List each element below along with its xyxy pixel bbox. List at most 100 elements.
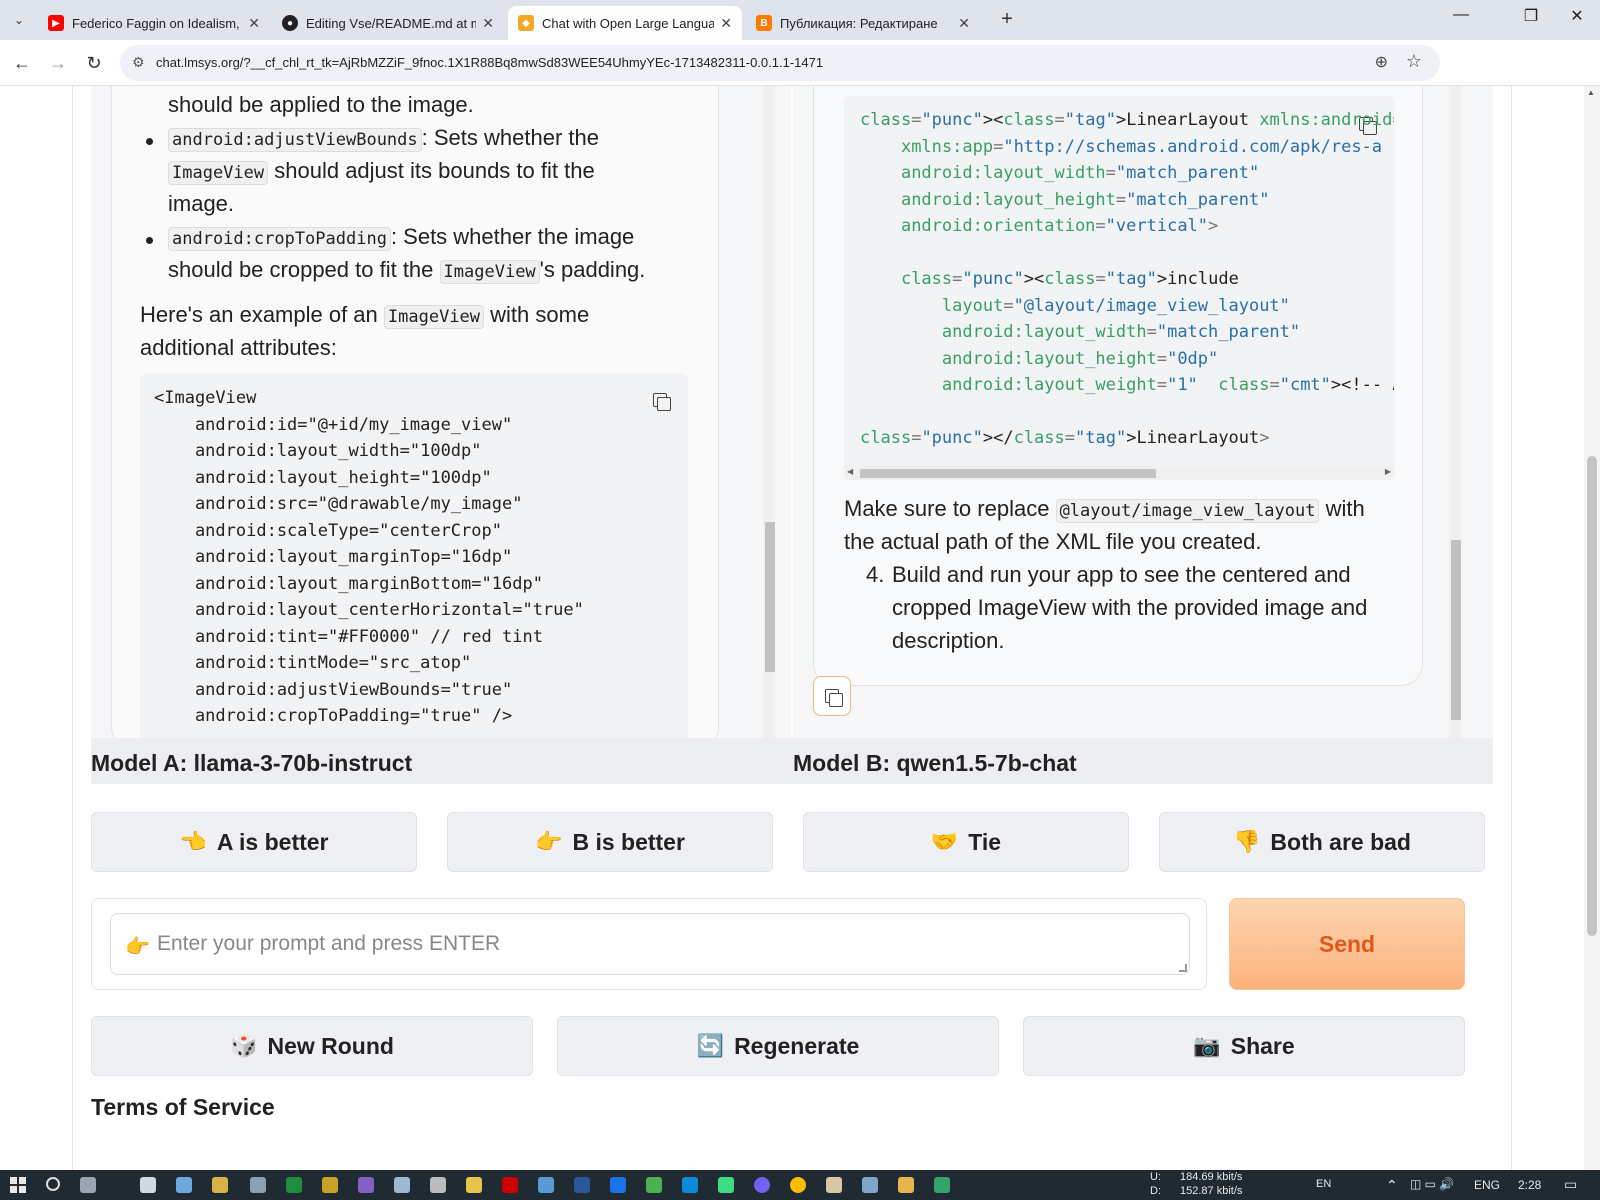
close-tab-icon[interactable]: ✕	[476, 15, 494, 32]
tray-icons[interactable]: ◫ ▭ 🔊	[1410, 1177, 1454, 1191]
copy-message-button[interactable]	[813, 676, 851, 716]
browser-tab-blogger[interactable]: B Публикация: Редактиране ✕	[746, 6, 980, 40]
a-is-better-button[interactable]: 👈 A is better	[91, 812, 417, 872]
paragraph-text: Here's an example of an ImageView with s…	[140, 298, 589, 334]
scroll-up-icon[interactable]: ▲	[1587, 88, 1595, 97]
code-line: android:adjustViewBounds="true"	[154, 679, 513, 700]
notepad-icon[interactable]	[176, 1177, 192, 1193]
prompt-input[interactable]: 👉 Enter your prompt and press ENTER	[110, 913, 1190, 975]
browser-tab-github[interactable]: ● Editing Vse/README.md at ma ✕	[272, 6, 504, 40]
code-line: android:layout_height="100dp"	[154, 467, 492, 488]
chrome-icon[interactable]	[790, 1177, 806, 1193]
app-icon[interactable]	[394, 1177, 410, 1193]
code-line: class="punc"><class="tag">LinearLayout x…	[860, 110, 1394, 130]
scrollbar-thumb[interactable]	[1587, 456, 1597, 936]
camera-icon: 📷	[1193, 1033, 1221, 1058]
send-button[interactable]: Send	[1229, 898, 1465, 990]
thumbs-down-icon: 👎	[1233, 829, 1261, 854]
copy-code-icon[interactable]	[650, 390, 672, 412]
app-icon[interactable]	[466, 1177, 482, 1193]
zoom-icon[interactable]: ⊕	[1375, 52, 1388, 72]
new-tab-icon[interactable]: +	[995, 8, 1019, 31]
message-text: Here's an example of an	[140, 302, 378, 327]
visual-studio-icon[interactable]	[358, 1177, 374, 1193]
app-icon[interactable]	[322, 1177, 338, 1193]
filezilla-icon[interactable]	[502, 1177, 518, 1193]
new-round-button[interactable]: 🎲 New Round	[91, 1016, 533, 1076]
url-text[interactable]: chat.lmsys.org/?__cf_chl_rt_tk=AjRbMZZiF…	[156, 55, 823, 70]
model-b-label: Model B: qwen1.5-7b-chat	[793, 750, 1077, 776]
sheets-icon[interactable]	[286, 1177, 302, 1193]
app-icon[interactable]	[682, 1177, 698, 1193]
reload-icon[interactable]: ↻	[82, 51, 106, 75]
code-horizontal-scrollbar[interactable]: ◀ ▶	[844, 466, 1394, 480]
scrollbar-thumb[interactable]	[1451, 540, 1461, 720]
panel-b-scrollbar[interactable]	[1449, 86, 1461, 738]
word-icon[interactable]	[574, 1177, 590, 1193]
share-button[interactable]: 📷 Share	[1023, 1016, 1465, 1076]
tie-button[interactable]: 🤝 Tie	[803, 812, 1129, 872]
calculator-icon[interactable]	[140, 1177, 156, 1193]
browser-tab-youtube[interactable]: ▶ Federico Faggin on Idealism, C ✕	[38, 6, 270, 40]
task-view-icon[interactable]	[80, 1177, 96, 1193]
regenerate-button[interactable]: 🔄 Regenerate	[557, 1016, 999, 1076]
code-line: android:layout_marginBottom="16dp"	[154, 573, 543, 594]
app-icon[interactable]	[898, 1177, 914, 1193]
site-settings-icon[interactable]: ⚙	[132, 54, 145, 71]
list-number: 4.	[866, 562, 885, 587]
app-icon[interactable]	[646, 1177, 662, 1193]
both-are-bad-button[interactable]: 👎 Both are bad	[1159, 812, 1485, 872]
viber-icon[interactable]	[754, 1177, 770, 1193]
tray-chevron-icon[interactable]: ⌃	[1386, 1177, 1398, 1194]
app-icon[interactable]	[212, 1177, 228, 1193]
net-up-speed: 184.69 kbit/s	[1180, 1171, 1243, 1183]
close-tab-icon[interactable]: ✕	[242, 15, 260, 32]
scrollbar-thumb[interactable]	[765, 522, 775, 672]
browser-tab-lmsys[interactable]: ◆ Chat with Open Large Languag ✕	[508, 6, 742, 40]
back-arrow-icon[interactable]: ←	[10, 51, 34, 75]
resize-handle-icon[interactable]	[1179, 964, 1187, 972]
message-text: should be applied to the image.	[168, 92, 474, 117]
panel-a-scrollbar[interactable]	[763, 86, 775, 738]
scroll-right-icon[interactable]: ▶	[1385, 467, 1391, 476]
scrollbar-thumb[interactable]	[860, 469, 1156, 478]
app-icon[interactable]	[934, 1177, 950, 1193]
b-is-better-button[interactable]: 👉 B is better	[447, 812, 773, 872]
address-bar[interactable]: ⚙ chat.lmsys.org/?__cf_chl_rt_tk=AjRbMZZ…	[120, 45, 1440, 81]
window-close-icon[interactable]: ✕	[1554, 6, 1600, 26]
notifications-icon[interactable]: ▭	[1564, 1176, 1577, 1193]
chat-panel-model-a[interactable]: should be applied to the image. android:…	[91, 86, 791, 738]
search-icon[interactable]	[46, 1177, 60, 1191]
code-line: android:layout_width="match_parent"	[900, 163, 1260, 183]
close-tab-icon[interactable]: ✕	[714, 15, 732, 32]
inline-code: android:cropToPadding	[168, 227, 391, 251]
minimize-icon[interactable]: —	[1438, 6, 1484, 24]
app-icon[interactable]	[538, 1177, 554, 1193]
close-tab-icon[interactable]: ✕	[952, 15, 970, 32]
code-line: android:layout_weight="1" class="cmt"><!…	[941, 375, 1394, 395]
forward-arrow-icon[interactable]: →	[46, 51, 70, 75]
app-icon[interactable]	[826, 1177, 842, 1193]
app-icon[interactable]	[862, 1177, 878, 1193]
editor-icon[interactable]	[610, 1177, 626, 1193]
prompt-container: 👉 Enter your prompt and press ENTER	[91, 898, 1207, 990]
clock[interactable]: 2:28	[1518, 1178, 1541, 1192]
chat-panel-model-b[interactable]: class="punc"><class="tag">LinearLayout x…	[793, 86, 1493, 738]
page-scrollbar[interactable]: ▲	[1584, 86, 1600, 1170]
input-language[interactable]: EN	[1316, 1178, 1331, 1190]
keyboard-language[interactable]: ENG	[1474, 1178, 1500, 1192]
tab-search-chevron-icon[interactable]: ⌄	[6, 8, 32, 32]
windows-start-icon[interactable]	[10, 1177, 26, 1193]
restore-icon[interactable]: ❐	[1508, 6, 1554, 26]
message-text: Make sure to replace	[844, 496, 1050, 521]
tab-title: Editing Vse/README.md at ma	[306, 15, 477, 31]
bookmark-star-icon[interactable]: ☆	[1406, 51, 1422, 72]
android-studio-icon[interactable]	[718, 1177, 734, 1193]
app-icon[interactable]	[430, 1177, 446, 1193]
message-text: image.	[168, 191, 235, 216]
list-item-text: ImageView should adjust its bounds to fi…	[168, 154, 595, 190]
app-icon[interactable]	[250, 1177, 266, 1193]
scroll-left-icon[interactable]: ◀	[847, 467, 853, 476]
code-line: android:id="@+id/my_image_view"	[154, 414, 513, 435]
assistant-message-a: should be applied to the image. android:…	[111, 86, 719, 738]
